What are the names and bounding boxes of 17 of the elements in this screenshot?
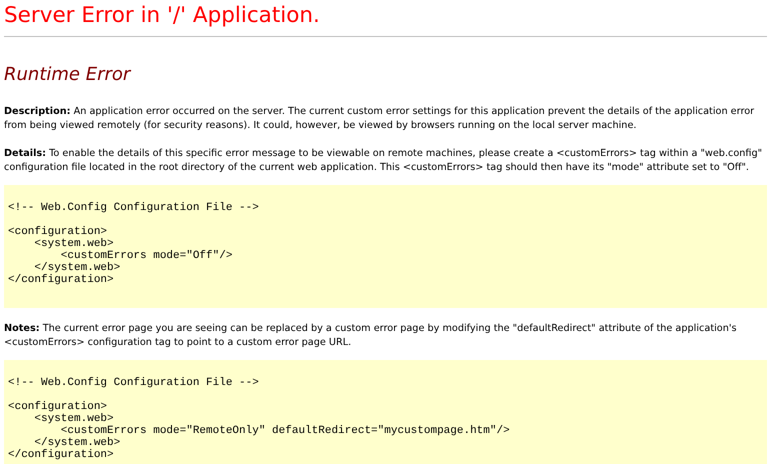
paragraph: Description: An application error occurred on the server. The current custom error settings for this application prevent the details of the application error from being viewed remotely (for security reasons). It could, however, be viewed by browsers running on the local server machine.: [4, 105, 756, 133]
code-line: </system.web>: [33, 437, 122, 449]
code-line: <configuration>: [8, 401, 108, 413]
code-line: <system.web>: [33, 413, 115, 425]
page-title: Server Error in '/' Application.: [4, 2, 321, 30]
code-line: </system.web>: [33, 262, 122, 274]
code-line: <system.web>: [33, 238, 115, 250]
error-heading: Runtime Error: [4, 63, 132, 87]
code-comment: <!-- Web.Config Configuration File -->: [8, 202, 260, 214]
code-line: <configuration>: [8, 226, 108, 238]
code-line: <customErrors mode="RemoteOnly" defaultRedirect="mycustompage.htm"/>: [60, 425, 511, 437]
code-line: <customErrors mode="Off"/>: [60, 250, 234, 262]
paragraph: Details: To enable the details of this specific error message to be viewable on remote machines, please create a <customErrors> tag within a "web.config" configuration file located in the root directory of the current web application. This <customErrors> tag should then have its "mode" attribute set to "Off".: [4, 147, 764, 175]
paragraph: Notes: The current error page you are seeing can be replaced by a custom error page by modifying the "defaultRedirect" attribute of the application's <customErrors> configuration tag to point to a custom error page URL.: [4, 322, 738, 350]
code-comment: <!-- Web.Config Configuration File -->: [8, 377, 260, 389]
code-line: </configuration>: [8, 274, 115, 286]
code-line: </configuration>: [8, 449, 115, 461]
